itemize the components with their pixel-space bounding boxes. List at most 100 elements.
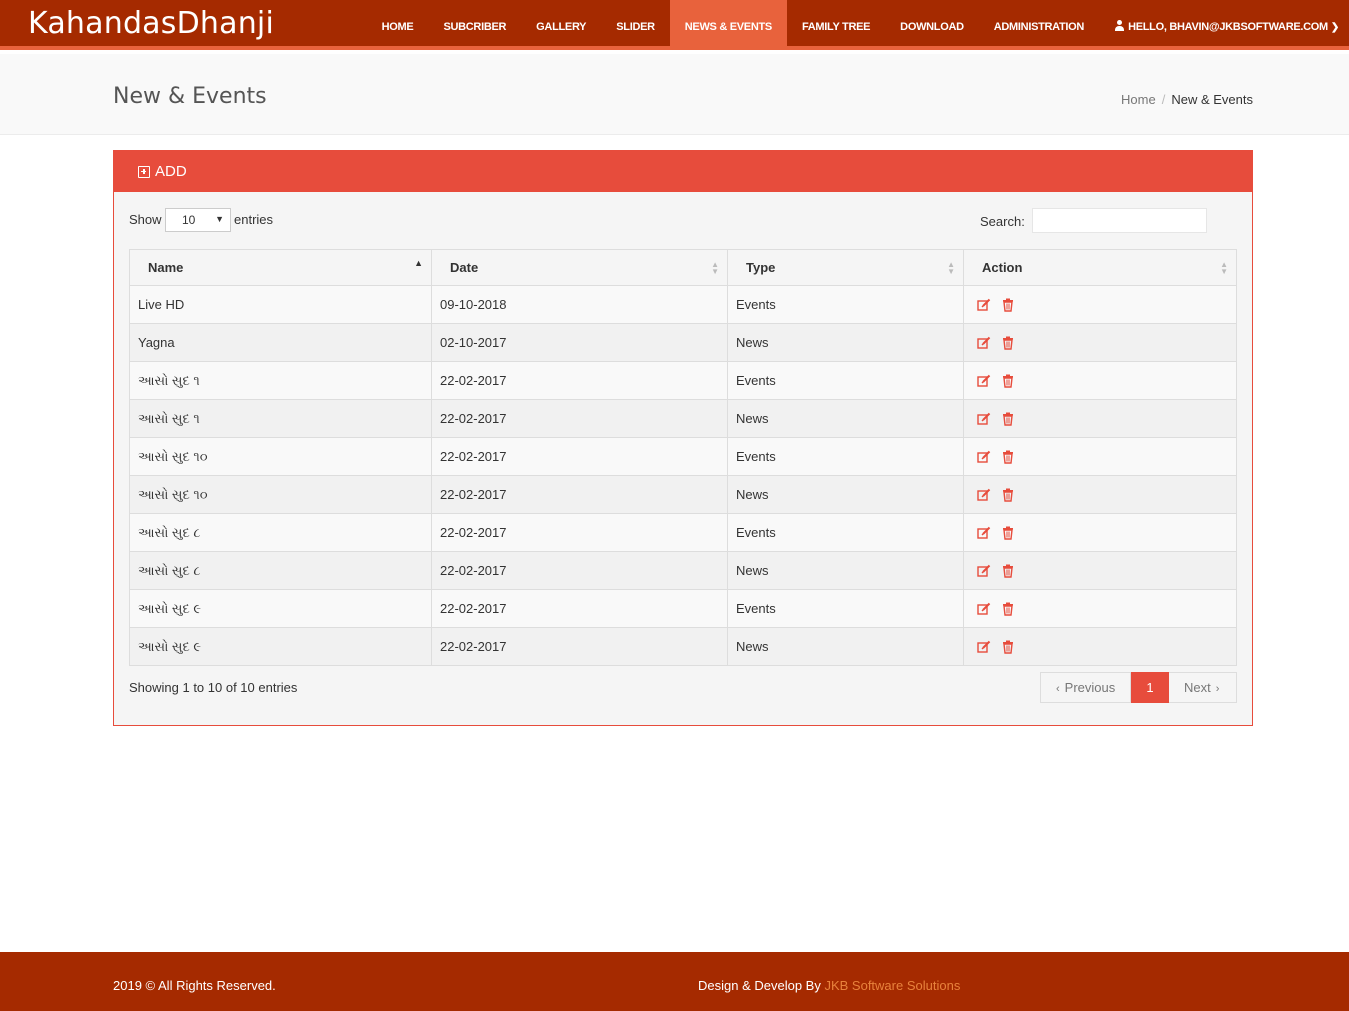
table-info: Showing 1 to 10 of 10 entries xyxy=(129,680,298,695)
nav-download[interactable]: DOWNLOAD xyxy=(885,0,979,50)
show-label: Show xyxy=(129,212,162,227)
column-header-action[interactable]: Action ▲ ▼ xyxy=(963,249,1237,286)
credit-prefix: Design & Develop By xyxy=(698,978,821,993)
cell-date: 22-02-2017 xyxy=(431,551,728,590)
edit-icon[interactable] xyxy=(977,640,991,654)
nav-administration[interactable]: ADMINISTRATION xyxy=(979,0,1099,50)
cell-date: 22-02-2017 xyxy=(431,589,728,628)
cell-name: આસો સુદ ૧ xyxy=(129,361,432,400)
nav-slider[interactable]: SLIDER xyxy=(601,0,670,50)
cell-name: આસો સુદ ૧ xyxy=(129,399,432,438)
delete-icon[interactable] xyxy=(1001,640,1015,654)
next-label: Next xyxy=(1184,680,1211,695)
chevron-down-icon: ❯ xyxy=(1330,22,1339,33)
table-controls: Show 10 ▼ entries Search: xyxy=(114,192,1252,249)
edit-icon[interactable] xyxy=(977,526,991,540)
delete-icon[interactable] xyxy=(1001,298,1015,312)
edit-icon[interactable] xyxy=(977,298,991,312)
edit-icon[interactable] xyxy=(977,336,991,350)
column-header-date[interactable]: Date ▲ ▼ xyxy=(431,249,728,286)
main-nav: HOME SUBCRIBER GALLERY SLIDER NEWS & EVE… xyxy=(367,0,1349,50)
cell-name: આસો સુદ ૮ xyxy=(129,551,432,590)
cell-name: આસો સુદ ૮ xyxy=(129,513,432,552)
cell-type: News xyxy=(727,475,964,514)
delete-icon[interactable] xyxy=(1001,374,1015,388)
credit-link[interactable]: JKB Software Solutions xyxy=(824,978,960,993)
cell-name: આસો સુદ ૯ xyxy=(129,627,432,666)
edit-icon[interactable] xyxy=(977,412,991,426)
delete-icon[interactable] xyxy=(1001,564,1015,578)
search-label: Search: xyxy=(980,214,1025,229)
cell-type: Events xyxy=(727,589,964,628)
column-header-label: Date xyxy=(450,260,479,275)
add-button[interactable]: ADD xyxy=(138,163,187,180)
add-button-label: ADD xyxy=(155,163,187,180)
table-row: આસો સુદ ૧ 22-02-2017 Events xyxy=(129,361,1237,400)
cell-action xyxy=(963,285,1237,324)
page-title: New & Events xyxy=(113,84,267,109)
caret-down-icon: ▼ xyxy=(215,214,224,224)
cell-date: 22-02-2017 xyxy=(431,437,728,476)
edit-icon[interactable] xyxy=(977,602,991,616)
cell-type: Events xyxy=(727,513,964,552)
table-body: Live HD 09-10-2018 Events Yagna 02-10-2017 Ne… xyxy=(129,285,1237,666)
cell-action xyxy=(963,323,1237,362)
nav-home[interactable]: HOME xyxy=(367,0,429,50)
column-header-label: Type xyxy=(746,260,776,275)
cell-date: 22-02-2017 xyxy=(431,513,728,552)
sort-icon: ▲ ▼ xyxy=(711,260,719,276)
delete-icon[interactable] xyxy=(1001,450,1015,464)
edit-icon[interactable] xyxy=(977,374,991,388)
cell-date: 22-02-2017 xyxy=(431,399,728,438)
sort-icon: ▲ ▼ xyxy=(947,260,955,276)
delete-icon[interactable] xyxy=(1001,526,1015,540)
delete-icon[interactable] xyxy=(1001,336,1015,350)
user-menu[interactable]: HELLO, BHAVIN@JKBSOFTWARE.COM ❯ xyxy=(1099,0,1349,50)
column-header-label: Name xyxy=(148,260,184,275)
breadcrumb-separator: / xyxy=(1161,92,1166,107)
news-events-table: Name ▲ Date ▲ ▼ Type ▲ ▼ Action ▲ ▼ Live HD 09-1… xyxy=(129,249,1237,666)
plus-square-icon xyxy=(138,165,150,178)
cell-name: આસો સુદ ૧૦ xyxy=(129,437,432,476)
chevron-right-icon: › xyxy=(1215,683,1220,695)
entries-length-value: 10 xyxy=(182,213,196,227)
delete-icon[interactable] xyxy=(1001,488,1015,502)
table-row: આસો સુદ ૮ 22-02-2017 News xyxy=(129,551,1237,590)
cell-date: 09-10-2018 xyxy=(431,285,728,324)
edit-icon[interactable] xyxy=(977,450,991,464)
breadcrumb-home[interactable]: Home xyxy=(1121,92,1156,107)
breadcrumb: Home / New & Events xyxy=(1121,92,1253,107)
table-row: આસો સુદ ૯ 22-02-2017 News xyxy=(129,627,1237,666)
footer: 2019 © All Rights Reserved. Design & Dev… xyxy=(0,952,1349,1011)
nav-gallery[interactable]: GALLERY xyxy=(521,0,601,50)
nav-family-tree[interactable]: FAMILY TREE xyxy=(787,0,885,50)
cell-type: News xyxy=(727,551,964,590)
sort-asc-icon: ▲ xyxy=(414,258,423,268)
cell-type: Events xyxy=(727,437,964,476)
delete-icon[interactable] xyxy=(1001,412,1015,426)
entries-length-select[interactable]: 10 ▼ xyxy=(165,208,231,232)
news-events-panel: ADD Show 10 ▼ entries Search: Name ▲ Date… xyxy=(113,150,1253,726)
table-row: આસો સુદ ૧૦ 22-02-2017 News xyxy=(129,475,1237,514)
table-row: Live HD 09-10-2018 Events xyxy=(129,285,1237,324)
nav-subcriber[interactable]: SUBCRIBER xyxy=(428,0,521,50)
page-button-1[interactable]: 1 xyxy=(1131,672,1169,703)
edit-icon[interactable] xyxy=(977,488,991,502)
previous-button[interactable]: ‹ Previous xyxy=(1040,672,1131,703)
copyright-text: 2019 © All Rights Reserved. xyxy=(113,978,276,993)
edit-icon[interactable] xyxy=(977,564,991,578)
sort-icon: ▲ ▼ xyxy=(1220,260,1228,276)
brand-logo[interactable]: KahandasDhanji xyxy=(28,6,274,41)
cell-action xyxy=(963,513,1237,552)
cell-type: News xyxy=(727,399,964,438)
column-header-name[interactable]: Name ▲ xyxy=(129,249,432,286)
cell-name: આસો સુદ ૧૦ xyxy=(129,475,432,514)
cell-action xyxy=(963,437,1237,476)
nav-news-events[interactable]: NEWS & EVENTS xyxy=(669,0,787,50)
next-button[interactable]: Next › xyxy=(1169,672,1237,703)
column-header-type[interactable]: Type ▲ ▼ xyxy=(727,249,964,286)
search-input[interactable] xyxy=(1032,208,1207,233)
cell-name: Live HD xyxy=(129,285,432,324)
delete-icon[interactable] xyxy=(1001,602,1015,616)
cell-action xyxy=(963,361,1237,400)
